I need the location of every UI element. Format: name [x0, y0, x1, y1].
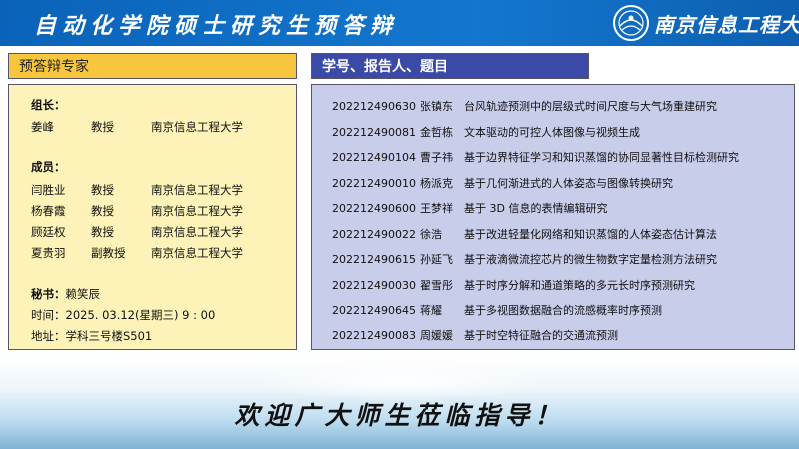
- member-title: 教授: [91, 204, 114, 218]
- student-name: 孙延飞: [420, 253, 453, 266]
- student-name: 张镇东: [420, 100, 453, 113]
- report-row: 202212490083 周媛媛 基于时空特征融合的交通流预测: [332, 327, 618, 343]
- student-name: 周媛媛: [420, 329, 453, 342]
- time-line: 时间：2025. 03.12(星期三) 9 : 00: [31, 307, 215, 323]
- student-id: 202212490645: [332, 304, 416, 317]
- time-value: 2025. 03.12(星期三) 9 : 00: [65, 308, 216, 322]
- reports-panel: 202212490630 张镇东 台风轨迹预测中的层级式时间尺度与大气场重建研究 2…: [311, 84, 795, 350]
- report-topic: 基于 3D 信息的表情编辑研究: [464, 202, 608, 215]
- members-label: 成员：: [31, 160, 66, 174]
- report-topic: 基于多视图数据融合的流感概率时序预测: [464, 304, 662, 317]
- student-id: 202212490615: [332, 253, 416, 266]
- member-name: 顾廷权: [31, 225, 66, 239]
- report-topic: 台风轨迹预测中的层级式时间尺度与大气场重建研究: [464, 100, 717, 113]
- student-name: 蒋耀: [420, 304, 442, 317]
- experts-panel: 组长： 姜峰 教授 南京信息工程大学 成员： 闫胜业 教授 南京信息工程大学 杨…: [8, 84, 297, 350]
- page-title: 自动化学院硕士研究生预答辩: [34, 13, 399, 39]
- report-topic: 基于几何渐进式的人体姿态与图像转换研究: [464, 177, 673, 190]
- welcome-message: 欢迎广大师生莅临指导！: [234, 401, 565, 430]
- report-row: 202212490630 张镇东 台风轨迹预测中的层级式时间尺度与大气场重建研究: [332, 98, 717, 114]
- member-title: 副教授: [91, 246, 126, 260]
- report-row: 202212490104 曹子祎 基于边界特征学习和知识蒸馏的协同显著性目标检测研究: [332, 149, 739, 165]
- student-id: 202212490600: [332, 202, 416, 215]
- member-org: 南京信息工程大学: [151, 183, 243, 197]
- university-name: 南京信息工程大学: [654, 13, 799, 37]
- report-topic: 文本驱动的可控人体图像与视频生成: [464, 126, 640, 139]
- member-title: 教授: [91, 183, 114, 197]
- student-name: 王梦祥: [420, 202, 453, 215]
- report-topic: 基于时序分解和通道策略的多元长时序预测研究: [464, 279, 695, 292]
- report-row: 202212490615 孙延飞 基于液滴微流控芯片的微生物数字定量检测方法研究: [332, 251, 717, 267]
- student-id: 202212490630: [332, 100, 416, 113]
- time-label: 时间：: [31, 308, 66, 322]
- report-row: 202212490022 徐浩 基于改进轻量化网络和知识蒸馏的人体姿态估计算法: [332, 226, 717, 242]
- experts-section-title: 预答辩专家: [8, 53, 297, 79]
- report-row: 202212490645 蒋耀 基于多视图数据融合的流感概率时序预测: [332, 302, 662, 318]
- reports-section-title: 学号、报告人、题目: [311, 53, 589, 79]
- leader-org: 南京信息工程大学: [151, 120, 243, 134]
- student-name: 金哲栋: [420, 126, 453, 139]
- student-name: 翟雪彤: [420, 279, 453, 292]
- place-line: 地址：学科三号楼S501: [31, 328, 152, 344]
- member-org: 南京信息工程大学: [151, 225, 243, 239]
- report-row: 202212490010 杨派克 基于几何渐进式的人体姿态与图像转换研究: [332, 175, 673, 191]
- student-id: 202212490010: [332, 177, 416, 190]
- header-banner: 自动化学院硕士研究生预答辩 南京信息工程大学: [0, 0, 799, 46]
- report-row: 202212490600 王梦祥 基于 3D 信息的表情编辑研究: [332, 200, 607, 216]
- member-title: 教授: [91, 225, 114, 239]
- university-seal-icon: [612, 4, 650, 42]
- report-topic: 基于改进轻量化网络和知识蒸馏的人体姿态估计算法: [464, 228, 717, 241]
- report-topic: 基于时空特征融合的交通流预测: [464, 329, 618, 342]
- student-id: 202212490104: [332, 151, 416, 164]
- member-org: 南京信息工程大学: [151, 246, 243, 260]
- student-id: 202212490081: [332, 126, 416, 139]
- member-name: 夏贵羽: [31, 246, 66, 260]
- student-id: 202212490022: [332, 228, 416, 241]
- member-org: 南京信息工程大学: [151, 204, 243, 218]
- leader-label: 组长：: [31, 98, 66, 112]
- place-value: 学科三号楼S501: [65, 329, 153, 343]
- member-name: 杨春霞: [31, 204, 66, 218]
- student-id: 202212490083: [332, 329, 416, 342]
- report-topic: 基于液滴微流控芯片的微生物数字定量检测方法研究: [464, 253, 717, 266]
- report-topic: 基于边界特征学习和知识蒸馏的协同显著性目标检测研究: [464, 151, 739, 164]
- secretary-name: 赖笑辰: [65, 287, 101, 301]
- report-row: 202212490081 金哲栋 文本驱动的可控人体图像与视频生成: [332, 124, 640, 140]
- footer-banner: 欢迎广大师生莅临指导！: [0, 356, 799, 449]
- member-name: 闫胜业: [31, 183, 66, 197]
- student-name: 杨派克: [420, 177, 453, 190]
- secretary-line: 秘书：赖笑辰: [31, 286, 100, 302]
- student-name: 徐浩: [420, 228, 442, 241]
- secretary-label: 秘书：: [31, 287, 66, 301]
- report-row: 202212490030 翟雪彤 基于时序分解和通道策略的多元长时序预测研究: [332, 277, 695, 293]
- leader-title: 教授: [91, 120, 114, 134]
- student-name: 曹子祎: [420, 151, 453, 164]
- leader-name: 姜峰: [31, 120, 54, 134]
- student-id: 202212490030: [332, 279, 416, 292]
- light-glow: [250, 361, 550, 401]
- place-label: 地址：: [31, 329, 66, 343]
